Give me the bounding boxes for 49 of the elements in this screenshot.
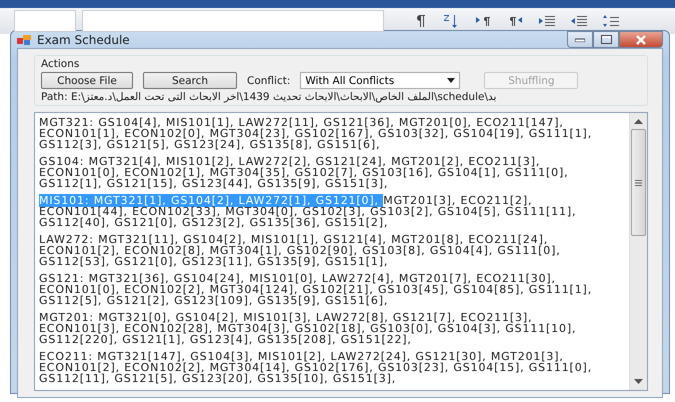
sort-icon[interactable] bbox=[442, 14, 460, 28]
result-line: MIS101: MGT321[1], GS104[2], LAW272[1], GS121[0], MGT201[3], ECO211[2], bbox=[39, 195, 532, 206]
result-line: ECON101[3], ECON102[28], MGT304[3], GS102[18], GS103[0], GS104[3], GS111[10], bbox=[39, 323, 578, 334]
result-line: ECON101[0], ECON102[2], MGT304[124], GS102[21], GS103[45], GS104[85], GS111[1], bbox=[39, 284, 594, 295]
conflict-dropdown[interactable]: With All Conflicts bbox=[300, 72, 460, 89]
close-button[interactable] bbox=[619, 31, 663, 48]
results-textbox[interactable] bbox=[34, 112, 648, 391]
input-field[interactable] bbox=[82, 10, 384, 32]
input-field[interactable] bbox=[14, 10, 76, 32]
minimize-icon bbox=[575, 38, 585, 42]
window-title: Exam Schedule bbox=[37, 32, 131, 46]
result-line: ECO211: MGT321[147], GS104[3], MIS101[2], LAW272[24], GS121[30], MGT201[3], bbox=[39, 351, 564, 362]
grip-icon bbox=[635, 180, 642, 186]
result-line: GS112[40], GS121[0], GS123[2], GS135[36], GS151[2], bbox=[39, 217, 388, 228]
result-line: MGT201: MGT321[0], GS104[2], MIS101[3], LAW272[8], GS121[7], ECO211[3], bbox=[39, 312, 532, 323]
result-line: GS112[1], GS121[15], GS123[44], GS135[9], GS151[3], bbox=[39, 178, 388, 189]
result-line: ECON101[0], ECON102[1], MGT304[35], GS102[7], GS103[16], GS104[1], GS111[0], bbox=[39, 167, 570, 178]
minimize-button[interactable] bbox=[567, 31, 593, 48]
maximize-icon bbox=[600, 35, 612, 44]
result-line: GS121: MGT321[36], GS104[24], MIS101[0], LAW272[4], MGT201[7], ECO211[30], bbox=[39, 273, 556, 284]
result-line: GS112[5], GS121[2], GS123[109], GS135[9], GS151[6], bbox=[39, 295, 388, 306]
result-line: GS112[220], GS121[1], GS123[4], GS135[208], GS151[22], bbox=[39, 334, 412, 345]
line-spacing-icon[interactable] bbox=[602, 14, 620, 28]
result-line: ECON101[44], ECON102[33], MGT304[0], GS102[3], GS103[2], GS104[5], GS111[11], bbox=[39, 206, 578, 217]
result-line: ECON101[2], ECON102[8], MGT304[1], GS102[90], GS103[8], GS104[4], GS111[0], bbox=[39, 245, 562, 256]
result-line: GS112[11], GS121[5], GS123[20], GS135[10], GS151[3], bbox=[39, 373, 396, 384]
group-title: Actions bbox=[41, 58, 80, 70]
result-line: GS104: MGT321[4], MIS101[2], LAW272[2], GS121[24], MGT201[2], ECO211[3], bbox=[39, 156, 540, 167]
left-to-right-icon[interactable] bbox=[474, 14, 492, 28]
path-text: Path: E:\الملف الخاص\الابحاث\الابحاث تحديث 1439\اخر الابحاث التى تحت العمل\د.معتز\schedule\بد bbox=[41, 91, 498, 103]
scroll-down-icon[interactable] bbox=[634, 379, 643, 385]
result-line: MGT321: GS104[4], MIS101[1], LAW272[11], GS121[36], MGT201[0], ECO211[147], bbox=[39, 117, 564, 128]
indent-icon[interactable] bbox=[538, 14, 556, 28]
conflict-label: Conflict: bbox=[247, 74, 290, 86]
caret-icon bbox=[447, 78, 456, 83]
result-line: GS112[53], GS121[0], GS123[11], GS135[9], GS151[1], bbox=[39, 256, 388, 267]
scroll-thumb[interactable] bbox=[631, 129, 646, 236]
result-line: GS112[3], GS121[5], GS123[24], GS135[8], GS151[6], bbox=[39, 139, 380, 150]
app-icon bbox=[17, 34, 31, 46]
scrollbar[interactable] bbox=[629, 113, 647, 390]
result-line: LAW272: MGT321[11], GS104[2], MIS101[1], GS121[4], MGT201[8], ECO211[24], bbox=[39, 234, 548, 245]
maximize-button[interactable] bbox=[593, 31, 619, 48]
scroll-up-icon[interactable] bbox=[634, 118, 643, 124]
close-icon bbox=[635, 34, 647, 44]
search-button[interactable]: Search bbox=[143, 72, 237, 89]
result-line: ECON101[2], ECON102[2], MGT304[14], GS102[176], GS103[23], GS104[15], GS111[0], bbox=[39, 362, 594, 373]
choose-file-button[interactable]: Choose File bbox=[41, 72, 133, 89]
outdent-icon[interactable] bbox=[570, 14, 588, 28]
result-line: ECON101[1], ECON102[0], MGT304[23], GS102[167], GS103[32], GS104[19], GS111[1], bbox=[39, 128, 594, 139]
